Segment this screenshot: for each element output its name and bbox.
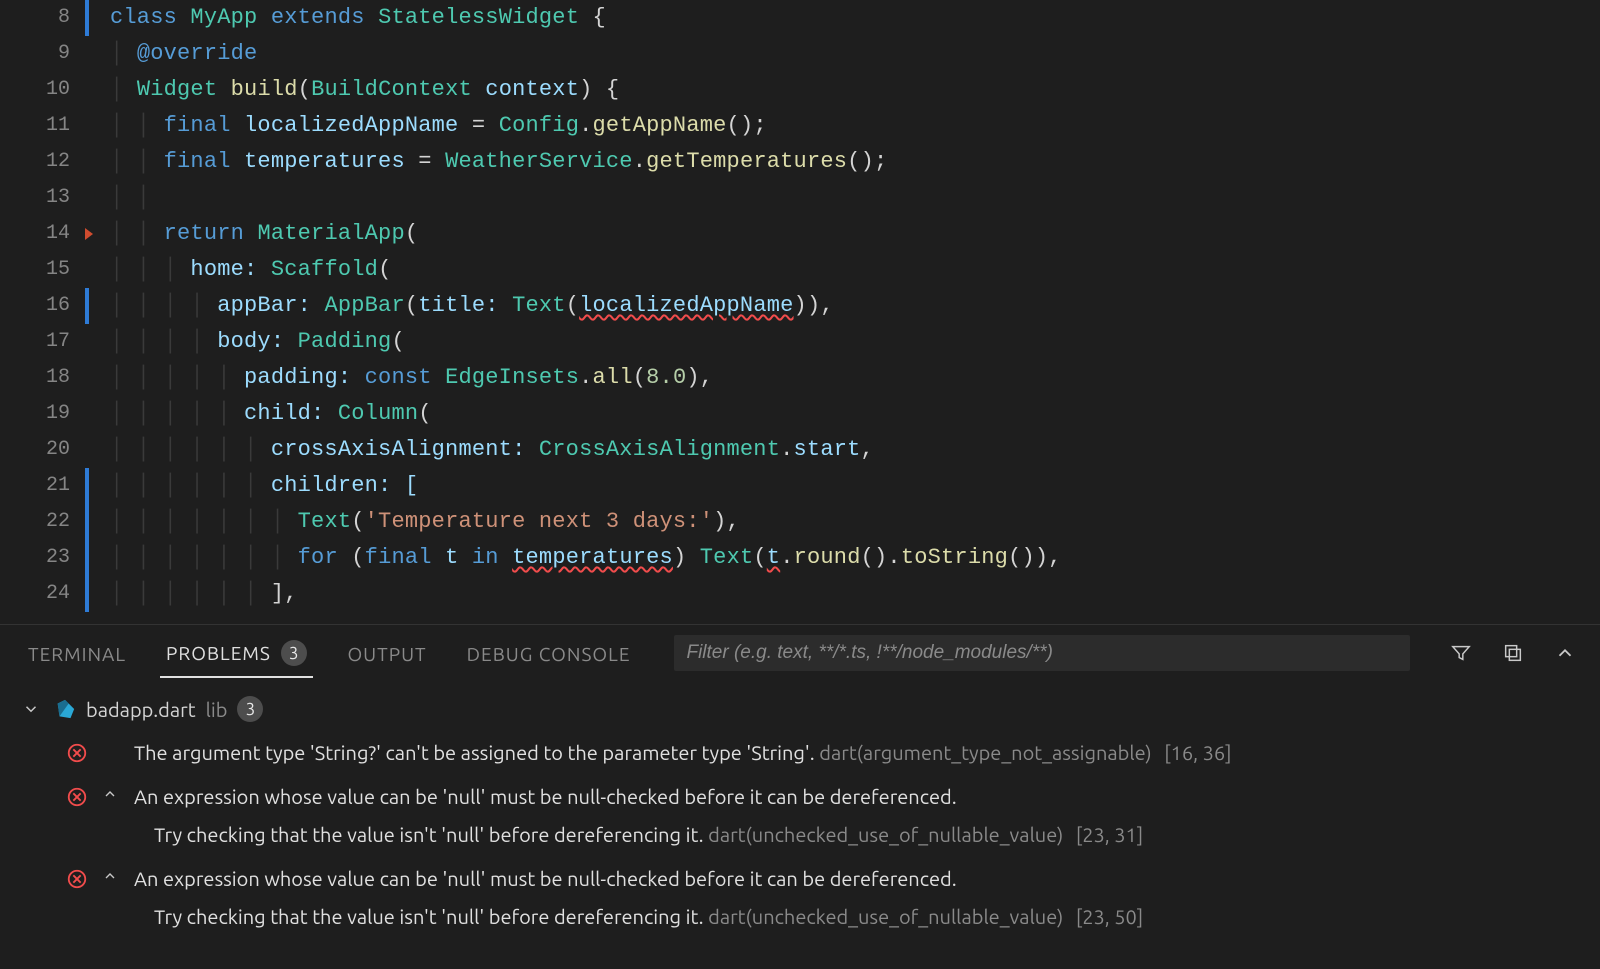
- code-line[interactable]: class MyApp extends StatelessWidget {: [80, 0, 606, 36]
- code-line[interactable]: │ │ final localizedAppName = Config.getA…: [80, 108, 767, 144]
- line-number: 10: [0, 72, 80, 108]
- problems-list: badapp.dart lib 3 The argument type 'Str…: [0, 681, 1600, 939]
- line-number: 8: [0, 0, 80, 36]
- tab-debug-console[interactable]: DEBUG CONSOLE: [461, 631, 637, 675]
- code-line[interactable]: │ │ │ │ │ padding: const EdgeInsets.all(…: [80, 360, 713, 396]
- line-number: 19: [0, 396, 80, 432]
- code-editor[interactable]: 8 class MyApp extends StatelessWidget { …: [0, 0, 1600, 624]
- line-number: 24: [0, 576, 80, 612]
- line-number: 9: [0, 36, 80, 72]
- dart-file-icon: [54, 698, 76, 720]
- error-icon: [66, 742, 88, 764]
- code-line[interactable]: │ │: [80, 180, 164, 216]
- code-line[interactable]: │ │ │ │ │ │ crossAxisAlignment: CrossAxi…: [80, 432, 874, 468]
- problem-item[interactable]: An expression whose value can be 'null' …: [0, 775, 1600, 819]
- error-icon: [66, 868, 88, 890]
- problems-count-badge: 3: [281, 640, 308, 666]
- problem-detail: Try checking that the value isn't 'null'…: [0, 819, 1600, 857]
- tab-problems[interactable]: PROBLEMS 3: [160, 628, 313, 678]
- chevron-up-icon[interactable]: [1552, 640, 1578, 666]
- code-line[interactable]: │ │ final temperatures = WeatherService.…: [80, 144, 887, 180]
- panel-tabs: TERMINAL PROBLEMS 3 OUTPUT DEBUG CONSOLE: [0, 625, 1600, 681]
- code-line[interactable]: │ @override: [80, 36, 257, 72]
- line-number: 15: [0, 252, 80, 288]
- line-number: 16: [0, 288, 80, 324]
- line-number: 23: [0, 540, 80, 576]
- tab-output[interactable]: OUTPUT: [341, 631, 432, 675]
- code-line[interactable]: │ │ │ │ │ │ ],: [80, 576, 298, 612]
- code-line[interactable]: │ │ │ │ │ │ │ Text('Temperature next 3 d…: [80, 504, 740, 540]
- collapse-all-icon[interactable]: [1500, 640, 1526, 666]
- chevron-up-icon[interactable]: [102, 786, 120, 802]
- line-number: 20: [0, 432, 80, 468]
- line-number: 11: [0, 108, 80, 144]
- tab-terminal[interactable]: TERMINAL: [22, 631, 132, 675]
- problem-item[interactable]: The argument type 'String?' can't be ass…: [0, 731, 1600, 775]
- file-folder: lib: [206, 698, 228, 721]
- line-number: 17: [0, 324, 80, 360]
- line-number: 21: [0, 468, 80, 504]
- bottom-panel: TERMINAL PROBLEMS 3 OUTPUT DEBUG CONSOLE: [0, 624, 1600, 969]
- problem-detail: Try checking that the value isn't 'null'…: [0, 901, 1600, 939]
- line-number: 13: [0, 180, 80, 216]
- code-line[interactable]: │ │ return MaterialApp(: [80, 216, 418, 252]
- code-line[interactable]: │ │ │ │ │ │ children: [: [80, 468, 418, 504]
- code-line[interactable]: │ │ │ │ │ │ │ for (final t in temperatur…: [80, 540, 1062, 576]
- line-number: 14: [0, 216, 80, 252]
- error-icon: [66, 786, 88, 808]
- file-name: badapp.dart: [86, 698, 196, 721]
- chevron-up-icon[interactable]: [102, 868, 120, 884]
- filter-icon[interactable]: [1448, 640, 1474, 666]
- line-number: 22: [0, 504, 80, 540]
- problems-filter-input[interactable]: [674, 635, 1410, 671]
- chevron-down-icon[interactable]: [22, 700, 40, 718]
- code-line[interactable]: │ │ │ home: Scaffold(: [80, 252, 391, 288]
- line-number: 18: [0, 360, 80, 396]
- file-problem-count: 3: [237, 696, 263, 722]
- code-line[interactable]: │ │ │ │ appBar: AppBar(title: Text(local…: [80, 288, 834, 324]
- code-line[interactable]: │ Widget build(BuildContext context) {: [80, 72, 619, 108]
- problem-item[interactable]: An expression whose value can be 'null' …: [0, 857, 1600, 901]
- problems-file-group[interactable]: badapp.dart lib 3: [0, 687, 1600, 731]
- code-line[interactable]: │ │ │ │ body: Padding(: [80, 324, 405, 360]
- line-number: 12: [0, 144, 80, 180]
- code-line[interactable]: │ │ │ │ │ child: Column(: [80, 396, 432, 432]
